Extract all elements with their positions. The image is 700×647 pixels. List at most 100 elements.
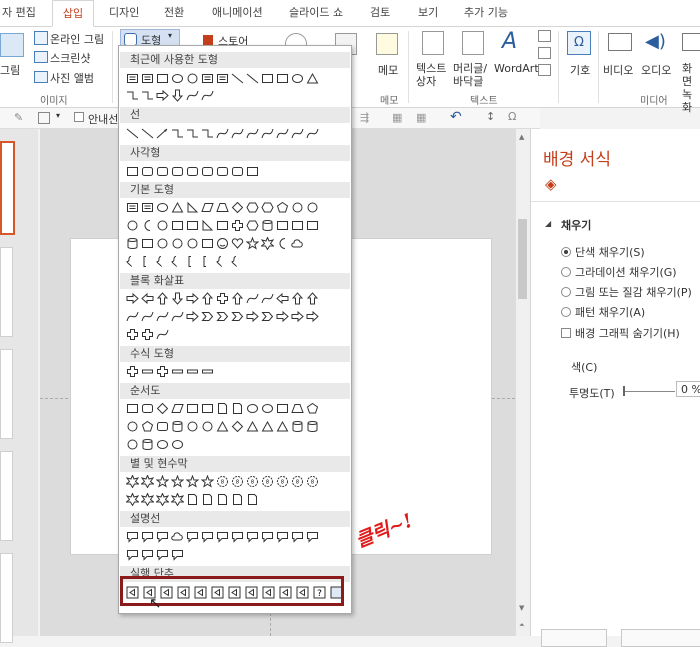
shape-star-icon[interactable] <box>171 475 184 488</box>
shape-rtri-icon[interactable] <box>201 219 214 232</box>
shape-circle-icon[interactable] <box>171 237 184 250</box>
solid-fill-option[interactable]: 단색 채우기(S) <box>561 244 645 260</box>
shape-rect-icon[interactable] <box>171 219 184 232</box>
vertical-scrollbar[interactable]: ▲ ▼ ⏶ <box>515 129 530 636</box>
shape-callout-icon[interactable] <box>246 530 259 543</box>
shape-elbow-icon[interactable] <box>141 89 154 102</box>
shape-pent-icon[interactable] <box>276 201 289 214</box>
shape-curve-icon[interactable] <box>141 310 154 323</box>
shape-rrect-icon[interactable] <box>156 165 169 178</box>
tab-addins[interactable]: 추가 기능 <box>462 0 510 25</box>
shape-brace-icon[interactable] <box>171 255 184 268</box>
picture-button[interactable]: 그림 <box>0 62 20 78</box>
shape-smile-icon[interactable] <box>216 237 229 250</box>
tab-picture-tools[interactable]: 자 편집 <box>0 0 38 25</box>
shape-rect-icon[interactable] <box>291 219 304 232</box>
gridlines-icon[interactable] <box>38 112 50 124</box>
shape-circle-icon[interactable] <box>186 420 199 433</box>
textbox-button[interactable]: 텍스트 상자 <box>416 62 450 88</box>
shape-rect-icon[interactable] <box>306 219 319 232</box>
symbol-button[interactable]: 기호 <box>570 62 590 78</box>
shape-brace-icon[interactable] <box>231 255 244 268</box>
shape-callout-icon[interactable] <box>126 530 139 543</box>
slide-thumbnail[interactable] <box>0 451 13 541</box>
reset-background-button[interactable] <box>541 629 607 647</box>
shape-curve-icon[interactable] <box>171 310 184 323</box>
shape-moon-icon[interactable] <box>141 219 154 232</box>
wordart-button[interactable]: WordArt <box>494 62 539 75</box>
guides-checkbox[interactable] <box>74 112 84 122</box>
shape-curve-icon[interactable] <box>156 310 169 323</box>
shape-rrect-icon[interactable] <box>231 165 244 178</box>
shape-plus-icon[interactable] <box>126 365 139 378</box>
shape-can-icon[interactable] <box>306 420 319 433</box>
shape-textbox-icon[interactable] <box>141 201 154 214</box>
shape-circle-icon[interactable] <box>126 420 139 433</box>
shape-plus-icon[interactable] <box>216 292 229 305</box>
shape-plus-icon[interactable] <box>141 328 154 341</box>
collapse-icon[interactable]: ◢ <box>545 219 551 228</box>
shape-uarrow-icon[interactable] <box>231 292 244 305</box>
screen-record-button[interactable]: 화면 녹화 <box>682 62 700 114</box>
slide-number-icon[interactable] <box>538 47 551 59</box>
shape-curve-icon[interactable] <box>306 127 319 140</box>
shape-rect-icon[interactable] <box>186 402 199 415</box>
shape-seal-icon[interactable]: 8 <box>261 475 274 488</box>
shape-curve-icon[interactable] <box>126 310 139 323</box>
shape-elbow-icon[interactable] <box>171 127 184 140</box>
shape-trap-icon[interactable] <box>291 402 304 415</box>
scroll-up-icon[interactable]: ▲ <box>519 133 524 141</box>
slider-handle[interactable] <box>623 386 625 396</box>
header-footer-button[interactable]: 머리글/ 바닥글 <box>453 62 495 88</box>
shape-curve-icon[interactable] <box>276 127 289 140</box>
radio[interactable] <box>561 267 571 277</box>
shape-callout-icon[interactable] <box>126 548 139 561</box>
shape-rrect-icon[interactable] <box>141 402 154 415</box>
shape-rect-icon[interactable] <box>126 402 139 415</box>
pattern-fill-option[interactable]: 패턴 채우기(A) <box>561 304 645 320</box>
shape-callout-icon[interactable] <box>156 530 169 543</box>
format-painter-icon[interactable]: ✎ <box>14 111 23 124</box>
shape-callout-icon[interactable] <box>231 530 244 543</box>
shape-tri-icon[interactable] <box>276 420 289 433</box>
shape-burst-icon[interactable] <box>126 475 139 488</box>
shape-minus-icon[interactable] <box>186 365 199 378</box>
shape-can-icon[interactable] <box>126 237 139 250</box>
shape-rtri-icon[interactable] <box>186 201 199 214</box>
shape-doc-icon[interactable] <box>186 493 199 506</box>
shape-rrect-icon[interactable] <box>186 165 199 178</box>
tab-transitions[interactable]: 전환 <box>162 0 186 25</box>
shape-rrect-icon[interactable] <box>156 420 169 433</box>
shape-hex-icon[interactable] <box>261 201 274 214</box>
shape-rect-icon[interactable] <box>276 402 289 415</box>
shape-doc-icon[interactable] <box>216 493 229 506</box>
shape-diamond-icon[interactable] <box>231 420 244 433</box>
shape-darrow-icon[interactable] <box>171 292 184 305</box>
shape-rect-icon[interactable] <box>186 219 199 232</box>
tab-view[interactable]: 보기 <box>416 0 440 25</box>
shape-pent-icon[interactable] <box>141 420 154 433</box>
shape-rarrow-icon[interactable] <box>306 310 319 323</box>
shape-textbox-icon[interactable] <box>216 72 229 85</box>
shape-seal-icon[interactable]: 8 <box>291 475 304 488</box>
shape-tri-icon[interactable] <box>306 72 319 85</box>
shape-plus-icon[interactable] <box>126 328 139 341</box>
shape-doc-icon[interactable] <box>246 493 259 506</box>
shape-callout-icon[interactable] <box>261 530 274 543</box>
picture-fill-option[interactable]: 그림 또는 질감 채우기(P) <box>561 284 692 300</box>
shape-curve-icon[interactable] <box>186 89 199 102</box>
shape-textbox-icon[interactable] <box>141 72 154 85</box>
video-button[interactable]: 비디오 <box>603 62 633 78</box>
shape-burst-icon[interactable] <box>141 493 154 506</box>
shape-cloud-icon[interactable] <box>171 530 184 543</box>
shape-larrow-icon[interactable] <box>141 292 154 305</box>
shape-callout-icon[interactable] <box>171 548 184 561</box>
slide-thumbnail[interactable] <box>0 247 13 337</box>
shape-burst-icon[interactable] <box>261 237 274 250</box>
shape-arrowline-icon[interactable] <box>156 127 169 140</box>
shape-bracket-icon[interactable] <box>186 255 199 268</box>
shape-oval-icon[interactable] <box>156 438 169 451</box>
shape-burst-icon[interactable] <box>141 475 154 488</box>
align-icon[interactable]: ⇶ <box>360 111 369 124</box>
date-time-icon[interactable] <box>538 30 551 42</box>
